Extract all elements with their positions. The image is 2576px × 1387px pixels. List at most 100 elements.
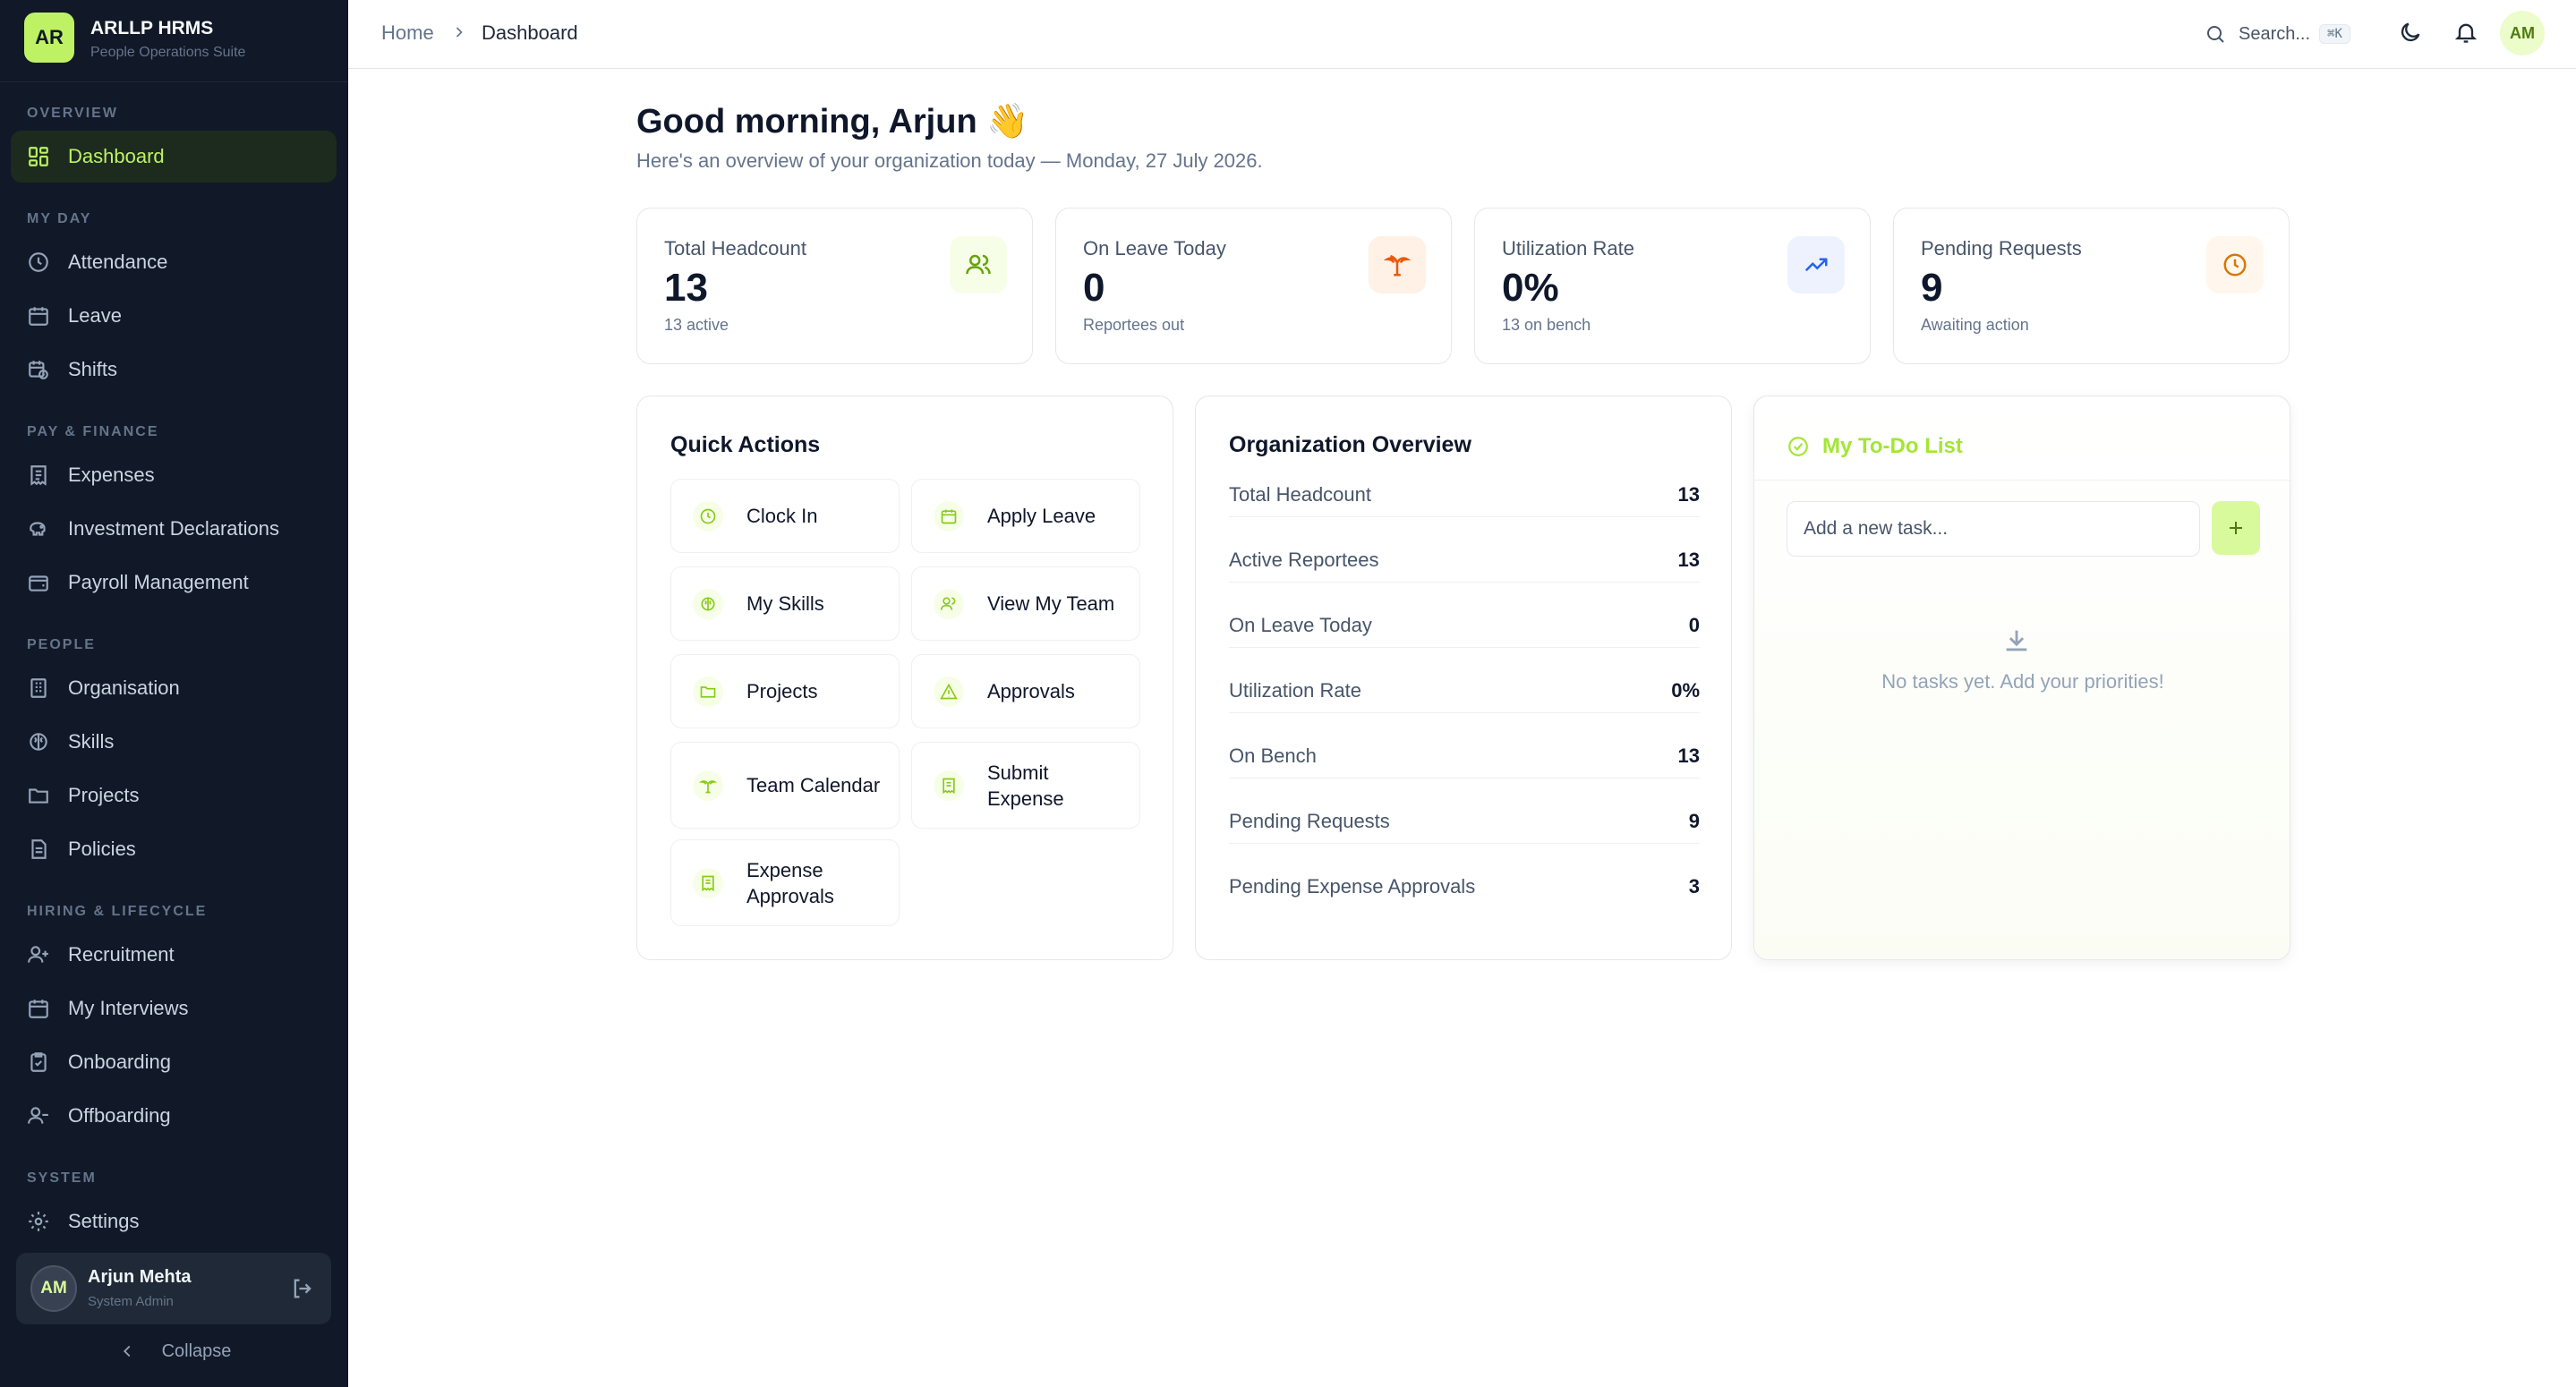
sidebar-item-payroll-management[interactable]: Payroll Management — [11, 557, 337, 608]
top-bar: Home Dashboard Search... ⌘K AM — [348, 0, 2576, 69]
calendar-icon — [941, 509, 957, 523]
wallet-icon — [29, 575, 48, 591]
sidebar-item-investment-declarations[interactable]: Investment Declarations — [11, 503, 337, 555]
nav-section-pay: PAY & FINANCE — [27, 424, 159, 439]
quick-action-clock-in[interactable]: Clock In — [670, 479, 900, 553]
folder-icon — [700, 685, 716, 698]
search-trigger[interactable]: Search... ⌘K — [2205, 18, 2350, 50]
sidebar-item-label: Investment Declarations — [68, 517, 279, 540]
stat-icon-wrap — [950, 236, 1007, 294]
alert-triangle-icon — [940, 683, 958, 699]
qa-label: Expense Approvals — [746, 858, 834, 907]
users-icon — [966, 254, 991, 275]
overview-value: 13 — [1677, 483, 1700, 506]
qa-icon-wrap — [693, 588, 723, 619]
panel-title: Quick Actions — [670, 432, 821, 457]
stat-note: Reportees out — [1083, 316, 1185, 334]
quick-action-expense-approvals[interactable]: Expense Approvals — [670, 839, 900, 926]
nav-section-system: SYSTEM — [27, 1170, 97, 1186]
sidebar-item-shifts[interactable]: Shifts — [11, 344, 337, 396]
user-name: Arjun Mehta — [88, 1267, 192, 1287]
sidebar-item-attendance[interactable]: Attendance — [11, 236, 337, 288]
quick-action-projects[interactable]: Projects — [670, 654, 900, 728]
quick-action-approvals[interactable]: Approvals — [911, 654, 1140, 728]
add-task-button[interactable] — [2212, 501, 2260, 555]
sidebar-item-my-interviews[interactable]: My Interviews — [11, 983, 337, 1034]
qa-icon-wrap — [693, 500, 723, 532]
sidebar-item-expenses[interactable]: Expenses — [11, 449, 337, 501]
breadcrumb-home[interactable]: Home — [381, 21, 434, 45]
sidebar-item-policies[interactable]: Policies — [11, 823, 337, 875]
chevron-right-icon — [456, 27, 463, 38]
user-card[interactable]: AM Arjun Mehta System Admin — [16, 1253, 331, 1324]
sidebar-item-leave[interactable]: Leave — [11, 290, 337, 342]
sidebar-item-dashboard[interactable]: Dashboard — [11, 131, 337, 183]
users-icon — [940, 597, 956, 610]
stat-label: Total Headcount — [664, 237, 806, 260]
moon-icon[interactable] — [2398, 20, 2423, 45]
breadcrumb-current: Dashboard — [482, 21, 578, 44]
brand-logo[interactable]: AR — [24, 13, 74, 63]
sidebar-item-settings[interactable]: Settings — [11, 1196, 337, 1237]
quick-action-submit-expense[interactable]: Submit Expense — [911, 742, 1140, 829]
dashboard-icon — [29, 147, 48, 166]
chevron-left-icon — [123, 1345, 130, 1357]
sidebar-item-projects[interactable]: Projects — [11, 770, 337, 821]
sidebar-item-recruitment[interactable]: Recruitment — [11, 929, 337, 981]
overview-value: 0% — [1671, 679, 1700, 702]
quick-action-view-my-team[interactable]: View My Team — [911, 566, 1140, 641]
stat-card-on-leave[interactable]: On Leave Today 0 Reportees out — [1055, 208, 1452, 364]
logout-icon[interactable] — [290, 1276, 315, 1301]
sidebar-item-skills[interactable]: Skills — [11, 716, 337, 768]
quick-action-my-skills[interactable]: My Skills — [670, 566, 900, 641]
stat-icon-wrap — [1787, 236, 1845, 294]
todo-input[interactable] — [1787, 501, 2200, 557]
overview-label: Utilization Rate — [1229, 679, 1361, 702]
brand-name: ARLLP HRMS — [90, 18, 214, 38]
qa-label: Approvals — [987, 680, 1075, 702]
collapse-label: Collapse — [161, 1340, 232, 1361]
org-overview-panel: Organization Overview Total Headcount 13… — [1195, 396, 1732, 960]
overview-value: 9 — [1688, 810, 1700, 832]
page-subtitle: Here's an overview of your organization … — [636, 149, 1263, 172]
overview-row: Active Reportees 13 — [1229, 538, 1700, 583]
brand-subtitle: People Operations Suite — [90, 45, 246, 60]
check-circle-icon — [1788, 437, 1808, 456]
qa-label: Clock In — [746, 505, 818, 527]
collapse-button[interactable]: Collapse — [0, 1333, 348, 1369]
brain-icon — [701, 597, 715, 610]
sidebar-item-onboarding[interactable]: Onboarding — [11, 1036, 337, 1088]
receipt-icon — [30, 465, 47, 486]
user-minus-icon — [28, 1107, 48, 1124]
quick-action-apply-leave[interactable]: Apply Leave — [911, 479, 1140, 553]
bell-icon[interactable] — [2453, 20, 2478, 45]
overview-value: 13 — [1677, 745, 1700, 767]
stat-value: 0% — [1502, 266, 1559, 310]
sidebar-item-label: Projects — [68, 784, 140, 806]
receipt-icon — [702, 875, 714, 891]
stat-card-utilization[interactable]: Utilization Rate 0% 13 on bench — [1474, 208, 1871, 364]
sidebar-item-label: Expenses — [68, 464, 155, 486]
brand-header: AR ARLLP HRMS People Operations Suite — [0, 0, 348, 82]
gear-icon — [29, 1212, 48, 1231]
qa-icon-wrap — [934, 676, 964, 707]
nav-section-hiring: HIRING & LIFECYCLE — [27, 904, 208, 919]
quick-action-team-calendar[interactable]: Team Calendar — [670, 742, 900, 829]
todo-title: My To-Do List — [1822, 434, 1963, 458]
palm-tree-icon — [699, 779, 717, 793]
sidebar-nav: OVERVIEW Dashboard MY DAY Attendance Lea… — [0, 82, 348, 1237]
stat-card-pending[interactable]: Pending Requests 9 Awaiting action — [1893, 208, 2290, 364]
stat-value: 13 — [664, 266, 708, 310]
stat-card-headcount[interactable]: Total Headcount 13 13 active — [636, 208, 1033, 364]
overview-label: Active Reportees — [1229, 549, 1379, 571]
sidebar-item-organisation[interactable]: Organisation — [11, 662, 337, 714]
trending-up-icon — [1804, 258, 1828, 272]
todo-empty-text: No tasks yet. Add your priorities! — [1881, 670, 2164, 693]
avatar[interactable]: AM — [2500, 11, 2545, 55]
overview-label: Pending Requests — [1229, 810, 1390, 832]
overview-value: 13 — [1677, 549, 1700, 571]
sidebar-item-offboarding[interactable]: Offboarding — [11, 1090, 337, 1142]
user-plus-icon — [28, 946, 48, 963]
sidebar-item-label: Policies — [68, 838, 136, 860]
overview-label: Total Headcount — [1229, 483, 1371, 506]
